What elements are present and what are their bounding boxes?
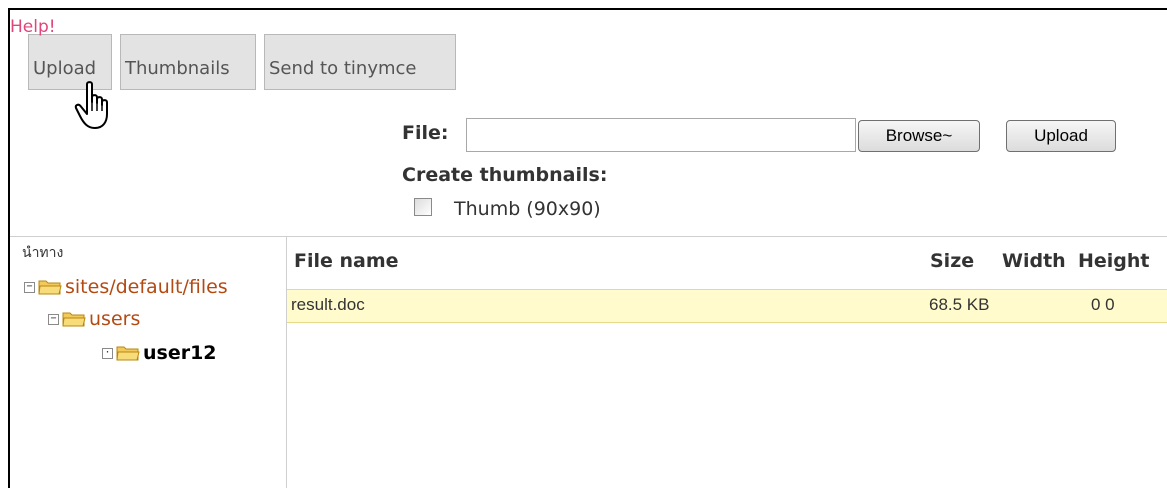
tree-node-label[interactable]: user12: [143, 342, 217, 364]
browse-button[interactable]: Browse~: [858, 120, 980, 152]
tree-node-label[interactable]: sites/default/files: [65, 276, 228, 298]
column-width[interactable]: Width: [1002, 250, 1066, 272]
upload-button[interactable]: Upload: [1006, 120, 1116, 152]
file-size-cell: 68.5 KB: [929, 295, 990, 314]
file-label: File:: [402, 122, 449, 144]
tree-node-files[interactable]: − sites/default/files: [24, 276, 228, 298]
tree-node-label[interactable]: users: [89, 308, 140, 330]
tab-thumbnails[interactable]: Thumbnails: [120, 34, 256, 90]
help-link[interactable]: Help!: [10, 18, 56, 36]
folder-icon: [116, 346, 140, 361]
column-height[interactable]: Height: [1078, 250, 1150, 272]
folder-icon: [62, 312, 86, 327]
tree-node-users[interactable]: − users: [48, 308, 140, 330]
table-row[interactable]: result.doc 68.5 KB 0 0: [287, 289, 1167, 323]
file-dimensions-cell: 0 0: [1091, 295, 1115, 314]
hand-cursor-icon: [74, 81, 108, 129]
panel-divider: [10, 236, 1167, 237]
tab-send-to-tinymce[interactable]: Send to tinymce: [264, 34, 456, 90]
file-path-input[interactable]: [466, 118, 856, 152]
file-browser-frame: Help! Upload Thumbnails Send to tinymce …: [8, 8, 1167, 488]
tree-node-user12[interactable]: · user12: [102, 342, 217, 364]
folder-icon: [38, 280, 62, 295]
collapse-icon[interactable]: −: [48, 313, 59, 325]
file-name-cell: result.doc: [291, 295, 365, 314]
thumb-option-label: Thumb (90x90): [454, 198, 601, 220]
column-size[interactable]: Size: [930, 250, 974, 272]
expand-icon[interactable]: ·: [102, 347, 113, 359]
collapse-icon[interactable]: −: [24, 281, 35, 293]
tree-caption: นำทาง: [22, 245, 64, 261]
pane-divider[interactable]: [286, 236, 287, 488]
thumb-checkbox[interactable]: [414, 198, 432, 216]
column-file-name[interactable]: File name: [294, 250, 399, 272]
create-thumbnails-label: Create thumbnails:: [402, 164, 608, 186]
